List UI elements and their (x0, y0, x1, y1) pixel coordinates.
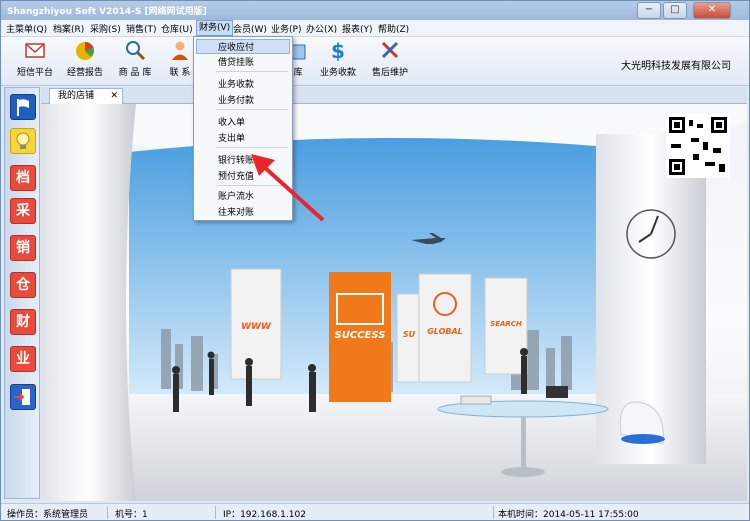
showroom-illustration: WWW SUCCESS SU GLOBAL SEARCH (41, 104, 747, 501)
status-time: 本机时间：2014-05-11 17:55:00 (498, 510, 639, 520)
exit-icon (15, 389, 30, 405)
telephone-icon (546, 386, 568, 398)
maximize-button[interactable]: □ (663, 2, 687, 19)
close-button[interactable]: ✕ (693, 2, 731, 19)
menu-bar: 主菜单(Q) 档案(R) 采购(S) 销售(T) 仓库(U) 财务(V) 会员(… (1, 20, 749, 37)
sidebar-item-exit[interactable] (10, 384, 36, 410)
sidebar-item-tips[interactable] (10, 128, 36, 154)
toolbar: 短信平台 经营报告 商 品 库 联 系 库 $ 业务收款 售后维护 大光明科技发… (1, 37, 749, 86)
magnifier-icon (126, 41, 146, 61)
sidebar-item-sales[interactable]: 销 (10, 235, 36, 261)
sales-icon: 销 (16, 240, 30, 256)
archive-icon: 档 (16, 170, 30, 186)
menu-reports[interactable]: 报表(Y) (342, 22, 373, 35)
menu-separator (216, 109, 288, 110)
status-divider (107, 506, 108, 519)
company-name: 大光明科技发展有限公司 (621, 61, 731, 72)
toolbar-contacts-button[interactable]: 联 系 (165, 39, 195, 83)
sidebar: 档 采 销 仓 财 业 (4, 87, 40, 499)
toolbar-label: 售后维护 (371, 68, 408, 78)
finance-icon: 财 (16, 314, 30, 330)
title-bar: Shangzhiyou Soft V2014-S [网络网试用版] − □ ✕ (1, 1, 749, 20)
business-icon: 业 (16, 351, 30, 367)
toolbar-label: 短信平台 (16, 68, 53, 78)
dollar-icon: $ (331, 39, 345, 61)
menu-archive[interactable]: 档案(R) (53, 22, 84, 35)
warehouse-icon: 仓 (16, 277, 30, 293)
toolbar-label: 商 品 库 (118, 68, 152, 78)
envelope-icon (25, 43, 45, 58)
menu-business[interactable]: 业务(P) (271, 22, 301, 35)
main-window: Shangzhiyou Soft V2014-S [网络网试用版] − □ ✕ … (0, 0, 750, 521)
toolbar-service-button[interactable]: 售后维护 (369, 39, 411, 83)
toolbar-label: 业务收款 (319, 68, 356, 78)
menu-item-loan-ledger[interactable]: 借贷挂账 (218, 55, 254, 68)
lightbulb-icon (16, 132, 30, 149)
toolbar-label: 经营报告 (66, 68, 103, 78)
window-title: Shangzhiyou Soft V2014-S [网络网试用版] (7, 7, 207, 17)
status-divider (493, 506, 494, 519)
menu-item-income[interactable]: 收入单 (218, 115, 245, 128)
tab-strip: 我的店铺 ✕ (41, 87, 747, 104)
toolbar-report-button[interactable]: 经营报告 (63, 39, 107, 83)
menu-separator (216, 71, 288, 72)
toolbar-products-button[interactable]: 商 品 库 (115, 39, 155, 83)
panel-global: GLOBAL (427, 327, 463, 336)
menu-finance[interactable]: 财务(V) (196, 20, 234, 36)
toolbar-receipt-button[interactable]: $ 业务收款 (317, 39, 359, 83)
flag-icon (17, 99, 29, 116)
menu-purchase[interactable]: 采购(S) (90, 22, 121, 35)
sidebar-item-warehouse[interactable]: 仓 (10, 272, 36, 298)
tab-label: 我的店铺 (58, 91, 95, 101)
sidebar-item-archive[interactable]: 档 (10, 165, 36, 191)
tab-close-icon[interactable]: ✕ (110, 89, 118, 104)
qr-code-icon (666, 114, 730, 178)
annotation-arrow-icon (251, 154, 325, 222)
status-bar: 操作员：系统管理员 机号：1 IP：192.168.1.102 本机时间：201… (1, 503, 749, 520)
panel-success: SUCCESS (335, 330, 386, 341)
purchase-icon: 采 (16, 203, 30, 219)
menu-warehouse[interactable]: 仓库(U) (161, 22, 193, 35)
svg-text:$: $ (331, 39, 345, 61)
toolbar-label: 联 系 (169, 68, 191, 78)
status-divider (215, 506, 216, 519)
status-operator: 操作员：系统管理员 (7, 510, 89, 520)
menu-office[interactable]: 办公(X) (306, 22, 337, 35)
menu-item-business-receipt[interactable]: 业务收款 (218, 77, 254, 90)
sidebar-item-finance[interactable]: 财 (10, 309, 36, 335)
menu-item-business-payment[interactable]: 业务付款 (218, 93, 254, 106)
sidebar-item-purchase[interactable]: 采 (10, 198, 36, 224)
panel-search: SEARCH (490, 320, 522, 328)
menu-item-expense[interactable]: 支出单 (218, 131, 245, 144)
pie-chart-icon (76, 41, 94, 60)
menu-main[interactable]: 主菜单(Q) (6, 22, 47, 35)
tab-my-store[interactable]: 我的店铺 ✕ (49, 88, 123, 104)
menu-sales[interactable]: 销售(T) (126, 22, 157, 35)
panel-su: SU (403, 330, 416, 339)
panel-www: WWW (241, 322, 272, 332)
sidebar-item-home[interactable] (10, 94, 36, 120)
menu-help[interactable]: 帮助(Z) (378, 22, 409, 35)
minimize-button[interactable]: − (637, 2, 661, 19)
store-scene: WWW SUCCESS SU GLOBAL SEARCH (41, 104, 747, 501)
sidebar-item-business[interactable]: 业 (10, 346, 36, 372)
tools-icon (381, 41, 399, 59)
status-machine: 机号：1 (115, 510, 148, 520)
contact-icon (172, 41, 188, 60)
menu-member[interactable]: 会员(W) (233, 22, 267, 35)
menu-item-receivables[interactable]: 应收应付 (218, 40, 254, 53)
status-ip: IP：192.168.1.102 (223, 510, 306, 520)
toolbar-sms-button[interactable]: 短信平台 (13, 39, 57, 83)
